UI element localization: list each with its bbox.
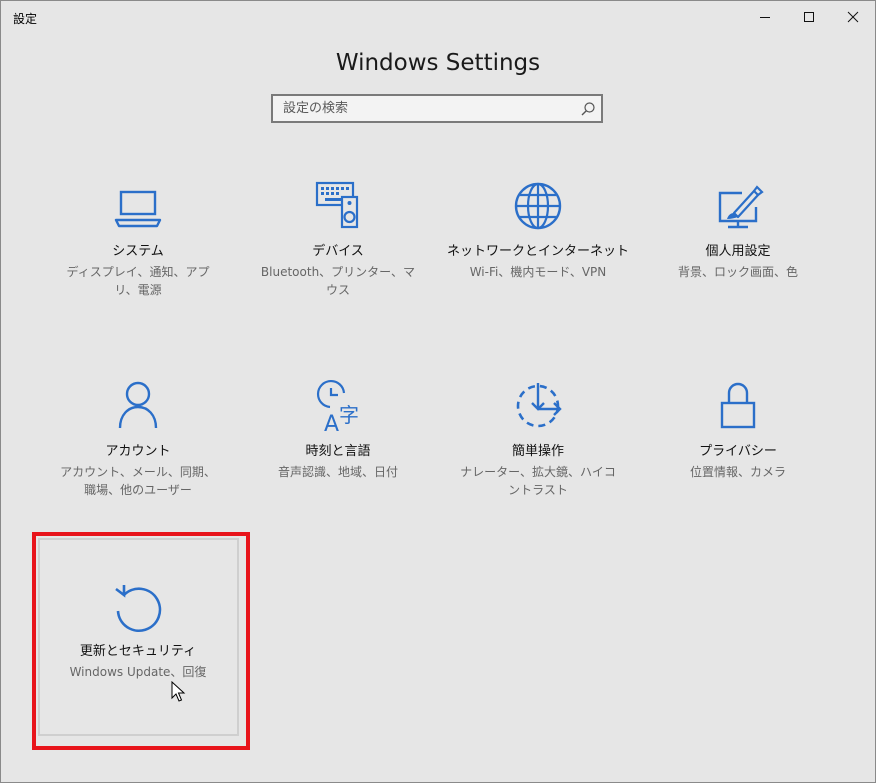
tile-label: 個人用設定 — [705, 244, 771, 259]
tile-label: 更新とセキュリティ — [79, 644, 197, 659]
tile-description: 背景、ロック画面、色 — [677, 265, 798, 279]
tile-accounts[interactable]: アカウント アカウント、メール、同期、職場、他のユーザー — [38, 379, 238, 499]
maximize-button[interactable] — [787, 1, 831, 33]
settings-window: 設定 Windows Settings 設定の検索 システム ディスプレイ、通知… — [0, 0, 876, 783]
tile-time-language[interactable]: A 字 時刻と言語 音声認識、地域、日付 — [238, 379, 438, 481]
tile-description: ディスプレイ、通知、アプリ、電源 — [66, 265, 210, 297]
svg-text:A: A — [324, 412, 339, 437]
search-input[interactable] — [273, 96, 579, 121]
tile-label: システム — [112, 244, 164, 259]
svg-text:字: 字 — [339, 403, 359, 427]
paint-monitor-icon — [718, 185, 764, 229]
minimize-icon — [760, 17, 770, 18]
ease-of-access-icon — [516, 383, 562, 428]
close-button[interactable] — [831, 1, 875, 33]
window-title: 設定 — [13, 12, 38, 26]
tile-ease-of-access[interactable]: 簡単操作 ナレーター、拡大鏡、ハイコントラスト — [438, 379, 638, 499]
keyboard-speaker-icon — [315, 181, 359, 229]
lock-icon — [720, 382, 756, 429]
tile-description: Windows Update、回復 — [69, 665, 207, 679]
globe-icon — [514, 182, 562, 230]
tile-label: 時刻と言語 — [305, 444, 371, 459]
tile-label: ネットワークとインターネット — [446, 244, 629, 259]
person-icon — [118, 381, 158, 429]
tile-system[interactable]: システム ディスプレイ、通知、アプリ、電源 — [38, 179, 238, 299]
tile-personalization[interactable]: 個人用設定 背景、ロック画面、色 — [638, 179, 838, 281]
tile-description: アカウント、メール、同期、職場、他のユーザー — [60, 465, 216, 497]
tile-description: ナレーター、拡大鏡、ハイコントラスト — [460, 465, 616, 497]
minimize-button[interactable] — [743, 1, 787, 33]
laptop-icon — [114, 190, 162, 228]
tile-network[interactable]: ネットワークとインターネット Wi-Fi、機内モード、VPN — [438, 179, 638, 281]
close-icon — [847, 11, 859, 23]
search-icon[interactable] — [579, 100, 597, 118]
tile-description: 音声認識、地域、日付 — [277, 465, 398, 479]
title-bar[interactable]: 設定 — [1, 1, 875, 33]
update-refresh-icon — [115, 585, 162, 632]
tile-label: デバイス — [312, 244, 364, 259]
search-box[interactable] — [271, 94, 603, 123]
tile-description: 位置情報、カメラ — [689, 465, 786, 479]
page-title: Windows Settings — [335, 50, 541, 76]
tile-description: Bluetooth、プリンター、マウス — [260, 265, 416, 297]
tile-label: アカウント — [105, 444, 171, 459]
tile-update-security[interactable]: 更新とセキュリティ Windows Update、回復 — [38, 579, 238, 681]
tile-privacy[interactable]: プライバシー 位置情報、カメラ — [638, 379, 838, 481]
maximize-icon — [804, 12, 814, 22]
tile-label: プライバシー — [699, 444, 777, 459]
tile-label: 簡単操作 — [511, 444, 564, 459]
time-language-icon: A 字 — [317, 380, 359, 437]
tile-description: Wi-Fi、機内モード、VPN — [469, 265, 607, 279]
tile-devices[interactable]: デバイス Bluetooth、プリンター、マウス — [238, 179, 438, 299]
